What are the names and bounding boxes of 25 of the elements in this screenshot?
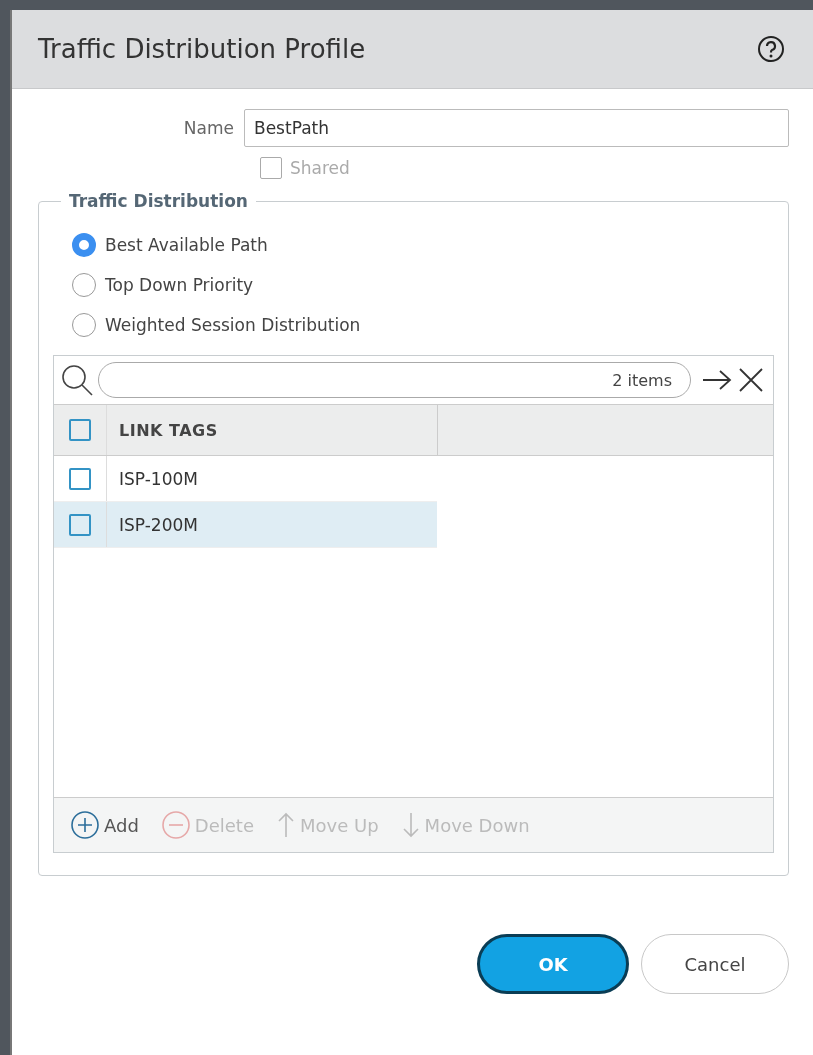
- radio-button[interactable]: [72, 233, 96, 257]
- radio-label: Best Available Path: [105, 235, 268, 255]
- section-legend: Traffic Distribution: [61, 191, 256, 211]
- plus-icon: [70, 810, 100, 840]
- help-icon[interactable]: [757, 35, 785, 63]
- shared-label: Shared: [290, 158, 350, 178]
- cancel-button[interactable]: Cancel: [641, 934, 789, 994]
- add-button[interactable]: Add: [66, 810, 143, 840]
- arrow-down-icon: [400, 812, 421, 838]
- table-cell-text: ISP-200M: [118, 513, 199, 537]
- radio-label: Weighted Session Distribution: [105, 315, 361, 335]
- arrow-right-icon[interactable]: [701, 368, 733, 392]
- minus-icon: [160, 810, 191, 840]
- name-label: Name: [182, 118, 234, 138]
- search-icon[interactable]: [60, 363, 94, 397]
- table-row[interactable]: ISP-200M: [54, 502, 437, 548]
- row-checkbox[interactable]: [69, 467, 91, 490]
- window-title: Traffic Distribution Profile: [38, 34, 366, 64]
- row-checkbox[interactable]: [69, 513, 91, 536]
- close-icon[interactable]: [737, 366, 765, 394]
- name-field[interactable]: BestPath: [244, 109, 789, 147]
- radio-label: Top Down Priority: [105, 275, 254, 295]
- table-cell-text: ISP-100M: [118, 467, 199, 491]
- select-all-checkbox[interactable]: [69, 419, 91, 441]
- arrow-up-icon: [276, 812, 296, 838]
